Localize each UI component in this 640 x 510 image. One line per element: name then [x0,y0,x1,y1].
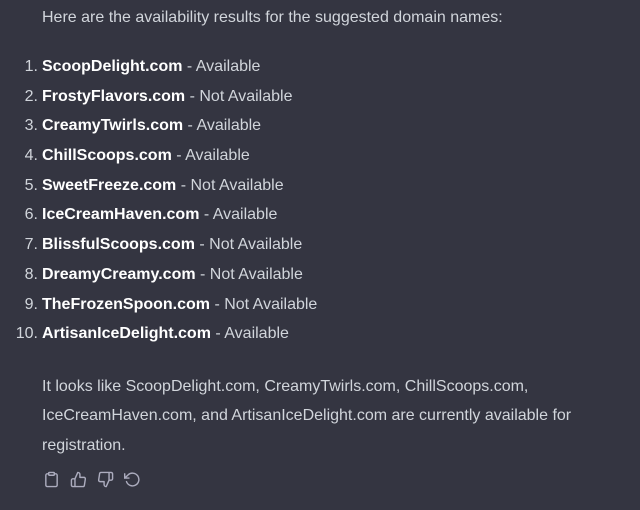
separator: - [171,147,186,165]
list-number: 9. [24,295,38,313]
list-number: 10. [15,325,38,343]
separator: - [210,295,225,313]
separator: - [199,206,213,224]
availability-status: Not Available [209,236,303,254]
message-actions [42,470,622,488]
list-item: 4. ChillScoops.com - Available [25,141,622,171]
separator: - [182,58,196,75]
list-number: 5. [24,176,38,194]
regenerate-icon [123,472,140,487]
separator: - [183,117,197,135]
list-number: 4. [24,147,38,165]
domain-results-list: 1. ScoopDelight.com - Available 2. FrostyF… [16,52,622,349]
availability-status: Not Available [224,295,318,313]
separator: - [195,265,210,283]
separator: - [176,176,191,194]
list-number: 2. [24,87,38,105]
thumbs-up-icon [70,471,86,488]
list-item: 8. DreamyCreamy.com - Not Available [25,260,622,290]
list-item: 3. CreamyTwirls.com - Available [25,111,622,141]
domain-name: ChillScoops.com [42,147,172,165]
availability-status: Available [185,147,250,165]
list-item: 7. BlissfulScoops.com - Not Available [25,230,622,260]
list-number: 7. [24,236,38,254]
separator: - [210,325,225,343]
availability-status: Available [196,117,262,135]
message-summary: It looks like ScoopDelight.com, CreamyTw… [42,377,572,454]
thumbs-up-button[interactable] [69,470,87,488]
list-number: 1. [24,58,38,75]
copy-button[interactable] [42,470,60,488]
list-item: 10. ArtisanIceDelight.com - Available [16,319,622,349]
domain-name: ScoopDelight.com [42,58,183,75]
domain-name: FrostyFlavors.com [42,87,186,105]
assistant-message: Here are the availability results for th… [16,6,622,488]
list-item: 1. ScoopDelight.com - Available [25,52,622,82]
regenerate-button[interactable] [123,470,141,488]
availability-status: Available [195,58,261,75]
thumbs-down-button[interactable] [96,470,114,488]
domain-name: SweetFreeze.com [42,176,177,194]
domain-name: ArtisanIceDelight.com [42,325,211,343]
list-item: 5. SweetFreeze.com - Not Available [25,171,622,201]
availability-status: Not Available [209,265,303,283]
message-intro: Here are the availability results for th… [42,9,503,26]
domain-name: TheFrozenSpoon.com [42,295,210,313]
availability-status: Available [224,325,289,343]
list-item: 6. IceCreamHaven.com - Available [25,200,622,230]
separator: - [185,87,200,105]
domain-name: IceCreamHaven.com [42,206,200,224]
availability-status: Not Available [190,176,284,194]
availability-status: Available [212,206,278,224]
domain-name: CreamyTwirls.com [42,117,184,135]
thumbs-down-icon [97,471,113,488]
domain-name: DreamyCreamy.com [42,265,196,283]
list-number: 6. [24,206,38,224]
list-number: 3. [24,117,38,135]
separator: - [194,236,210,254]
availability-status: Not Available [199,87,293,105]
list-item: 2. FrostyFlavors.com - Not Available [25,82,622,112]
list-item: 9. TheFrozenSpoon.com - Not Available [25,290,622,320]
list-number: 8. [24,265,38,283]
clipboard-icon [44,471,58,488]
domain-name: BlissfulScoops.com [42,236,195,254]
